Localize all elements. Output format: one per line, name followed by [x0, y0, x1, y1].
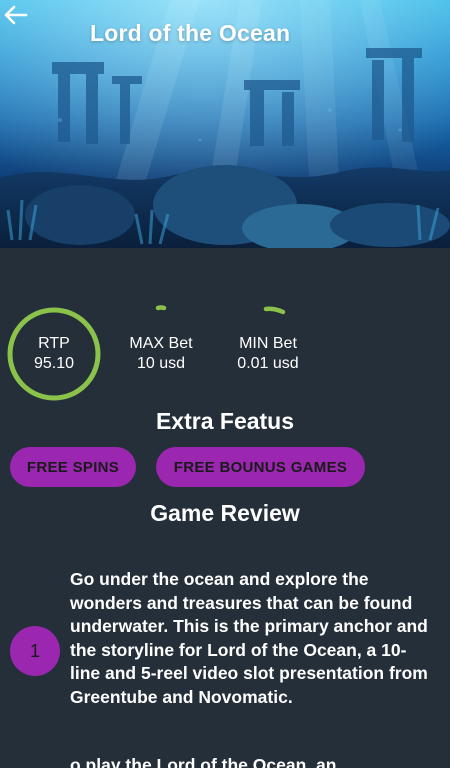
max-bet-value: 10 usd	[136, 355, 186, 372]
min-bet-progress-ring	[263, 306, 286, 315]
feature-chips: FREE SPINS FREE BOUNUS GAMES	[0, 447, 450, 489]
rtp-value: 95.10	[33, 355, 75, 372]
max-bet-stat: MAX Bet 10 usd	[112, 300, 210, 400]
max-bet-progress-ring	[155, 305, 167, 311]
min-bet-stat: MIN Bet 0.01 usd	[222, 300, 314, 400]
back-arrow-icon[interactable]	[0, 0, 30, 30]
review-item-text: Go under the ocean and explore the wonde…	[70, 569, 428, 707]
free-bonus-games-chip[interactable]: FREE BOUNUS GAMES	[156, 447, 365, 487]
max-bet-label: MAX Bet	[129, 335, 193, 352]
min-bet-value: 0.01 usd	[237, 355, 299, 372]
game-review-heading: Game Review	[150, 500, 300, 526]
rtp-stat: RTP 95.10	[6, 306, 102, 402]
review-item-number-badge: 1	[10, 626, 60, 676]
review-next-paragraph: o play the Lord of the Ocean, an	[70, 755, 337, 768]
extra-features-heading: Extra Featus	[155, 408, 295, 434]
page-title: Lord of the Ocean	[90, 20, 291, 46]
min-bet-label: MIN Bet	[239, 335, 297, 352]
rtp-label: RTP	[38, 335, 70, 352]
free-spins-chip[interactable]: FREE SPINS	[10, 447, 136, 487]
stats-row: RTP 95.10 MAX Bet 10 usd MIN Bet 0.01 us…	[0, 300, 450, 410]
hero-banner: Lord of the Ocean	[0, 0, 450, 248]
